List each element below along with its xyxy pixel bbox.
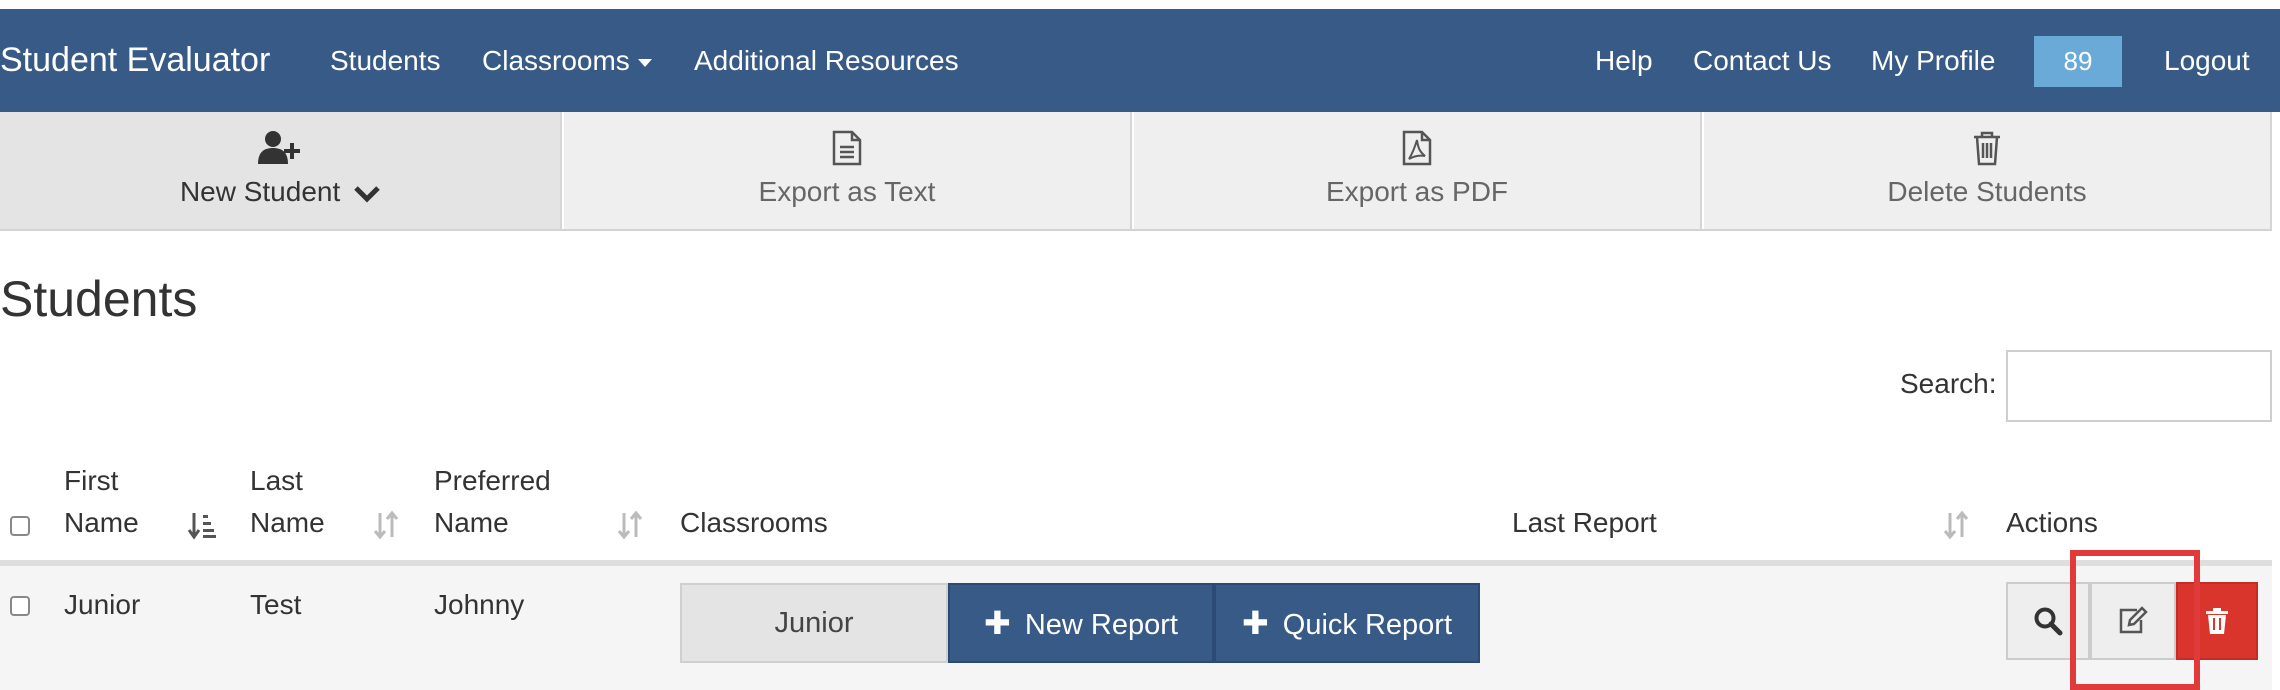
- nav-students[interactable]: Students: [330, 9, 441, 112]
- delete-student-button[interactable]: [2176, 582, 2258, 660]
- text-file-icon: [564, 130, 1130, 168]
- export-pdf-label: Export as PDF: [1325, 176, 1509, 207]
- search-icon: [2034, 607, 2063, 636]
- nav-logout[interactable]: Logout: [2164, 9, 2250, 112]
- new-student-button[interactable]: New Student: [0, 112, 562, 229]
- cell-last-name: Test: [250, 589, 302, 620]
- brand-title[interactable]: Student Evaluator: [0, 9, 270, 112]
- action-toolbar: New Student Export as Text Export as PDF…: [0, 112, 2272, 231]
- chevron-down-icon: [354, 185, 380, 203]
- trash-icon: [1704, 130, 2270, 168]
- plus-icon: ✚: [984, 605, 1011, 641]
- delete-students-button[interactable]: Delete Students: [1704, 112, 2272, 229]
- delete-students-label: Delete Students: [1887, 176, 2087, 207]
- header-last-name-line1[interactable]: Last: [250, 460, 303, 502]
- search-label: Search:: [1900, 368, 1997, 399]
- nav-additional-resources[interactable]: Additional Resources: [694, 9, 959, 112]
- sort-both-icon[interactable]: [1942, 502, 1972, 544]
- cell-preferred-name: Johnny: [434, 589, 525, 620]
- search-input[interactable]: [2006, 350, 2272, 422]
- notification-badge[interactable]: 89: [2034, 36, 2122, 87]
- trash-icon: [2206, 608, 2228, 634]
- header-classrooms: Classrooms: [680, 507, 828, 538]
- new-student-label: New Student: [0, 176, 560, 208]
- caret-down-icon: [637, 58, 652, 67]
- pdf-file-icon: [1134, 130, 1700, 168]
- quick-report-label: Quick Report: [1282, 609, 1453, 641]
- sort-both-icon[interactable]: [616, 502, 646, 544]
- top-navbar: Student Evaluator Students Classrooms Ad…: [0, 9, 2280, 112]
- edit-icon: [2119, 606, 2148, 634]
- add-user-icon: [0, 130, 560, 168]
- cell-first-name: Junior: [64, 589, 141, 620]
- header-preferred-name-line2[interactable]: Name: [434, 502, 509, 544]
- row-checkbox[interactable]: [10, 596, 30, 616]
- header-actions: Actions: [2006, 507, 2098, 538]
- nav-help[interactable]: Help: [1595, 9, 1653, 112]
- header-last-report[interactable]: Last Report: [1512, 502, 1657, 544]
- nav-classrooms-dropdown[interactable]: Classrooms: [482, 9, 652, 112]
- export-text-label: Export as Text: [758, 176, 936, 207]
- header-first-name-line2[interactable]: Name: [64, 502, 139, 544]
- view-student-button[interactable]: [2006, 582, 2090, 660]
- new-report-button[interactable]: ✚ New Report: [948, 583, 1214, 663]
- page-title: Students: [0, 271, 198, 327]
- header-first-name-line1[interactable]: First: [64, 460, 118, 502]
- classroom-button[interactable]: Junior: [680, 583, 948, 663]
- export-pdf-button[interactable]: Export as PDF: [1134, 112, 1702, 229]
- header-last-name-line2[interactable]: Name: [250, 502, 325, 544]
- export-text-button[interactable]: Export as Text: [564, 112, 1132, 229]
- header-preferred-name-line1[interactable]: Preferred: [434, 460, 551, 502]
- quick-report-button[interactable]: ✚ Quick Report: [1214, 583, 1480, 663]
- edit-student-button[interactable]: [2090, 582, 2176, 660]
- nav-contact-us[interactable]: Contact Us: [1693, 9, 1832, 112]
- sort-ascending-icon[interactable]: [187, 502, 218, 544]
- sort-both-icon[interactable]: [372, 502, 402, 544]
- plus-icon: ✚: [1241, 605, 1269, 641]
- nav-my-profile[interactable]: My Profile: [1871, 9, 1995, 112]
- nav-classrooms-label: Classrooms: [482, 45, 630, 76]
- new-report-label: New Report: [1024, 609, 1178, 641]
- select-all-checkbox[interactable]: [10, 516, 30, 536]
